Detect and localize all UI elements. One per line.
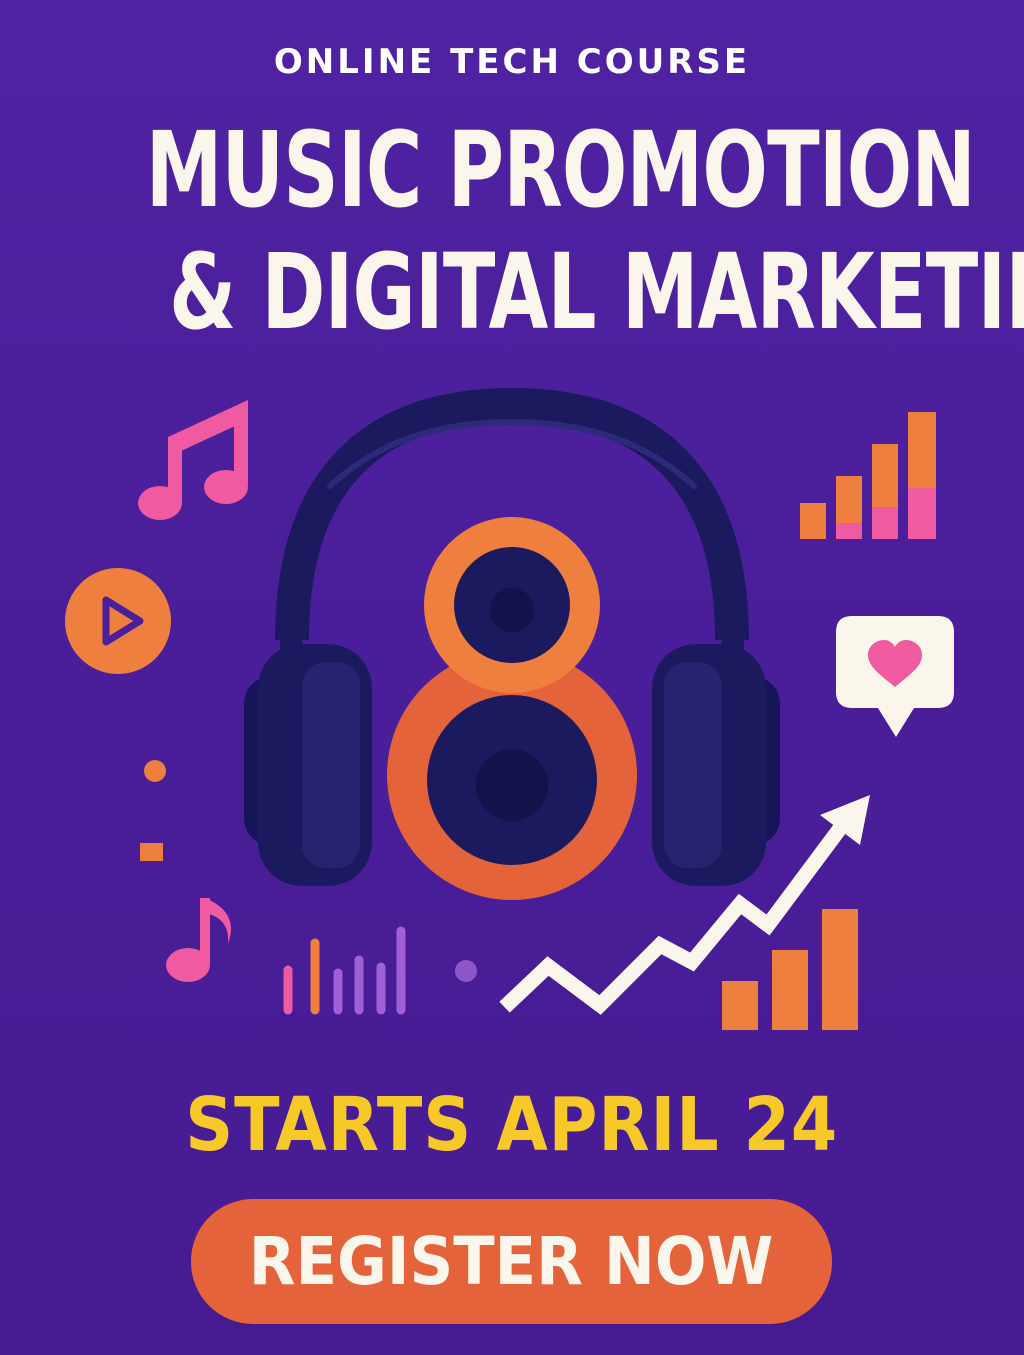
heart-speech-bubble-icon (836, 616, 954, 737)
equalizer-icon (283, 926, 406, 1015)
decor-square (140, 843, 163, 861)
register-now-button[interactable]: REGISTER NOW (191, 1199, 832, 1324)
poster: ONLINE TECH COURSE MUSIC PROMOTION & DIG… (0, 0, 1024, 1355)
growth-bars-icon (722, 909, 858, 1030)
register-now-label: REGISTER NOW (249, 1223, 774, 1300)
decor-dot-purple (455, 960, 477, 982)
music-note-icon (138, 400, 248, 520)
bar-chart-icon (800, 412, 936, 539)
speaker-icon (387, 517, 637, 900)
small-music-note-icon (166, 898, 232, 982)
decor-dot (144, 760, 166, 782)
start-date: STARTS APRIL 24 (0, 1082, 1024, 1168)
play-button-icon (65, 568, 171, 674)
start-date-text: STARTS APRIL 24 (185, 1082, 839, 1168)
